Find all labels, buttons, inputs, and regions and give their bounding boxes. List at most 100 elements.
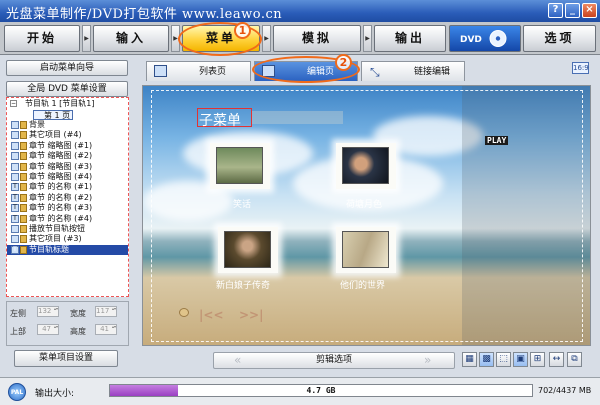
lock-icon[interactable] <box>20 162 27 171</box>
snap-grid-icon[interactable]: ▩ <box>479 352 494 367</box>
tree-root[interactable]: − 节目轨 1 [节目轨1] <box>7 98 128 110</box>
start-wizard-button[interactable]: 启动菜单向导 <box>6 60 128 76</box>
output-size-label: 输出大小: <box>35 389 75 399</box>
disc-capacity: 4.7 GB <box>306 386 336 395</box>
tree-item[interactable]: T 章节 的名称 (#1) <box>7 182 128 192</box>
lock-icon[interactable] <box>20 183 27 192</box>
menu-canvas[interactable]: 子菜单 PLAY 笑话 荷塘月色 新白娘子传奇 他们的世界 |<< >>| <box>142 85 591 346</box>
chapter-name[interactable]: 新白娘子传奇 <box>216 278 270 291</box>
next-page-icon[interactable]: >>| <box>239 308 264 322</box>
tree-item-label: 节目轨标题 <box>29 244 69 254</box>
chapter-thumbnail[interactable] <box>210 143 270 189</box>
close-button[interactable]: × <box>582 3 597 18</box>
thumbnail-image <box>216 147 263 184</box>
lock-icon[interactable] <box>20 141 27 150</box>
lock-icon[interactable] <box>20 172 27 181</box>
tree-item[interactable]: T 节目轨标题 <box>7 244 128 256</box>
dvd-disc-icon: DVD <box>460 30 507 47</box>
chapter-thumbnail[interactable] <box>336 227 396 273</box>
tree-item[interactable]: T 章节 的名称 (#2) <box>7 193 128 203</box>
tree-item[interactable]: 章节 缩略图 (#2) <box>7 151 128 161</box>
next-arrow-icon[interactable]: » <box>424 353 431 368</box>
menu-title[interactable]: 子菜单 <box>199 110 241 130</box>
tab-simulate[interactable]: 模拟 <box>273 25 361 52</box>
text-icon: T <box>11 204 19 213</box>
lock-icon[interactable] <box>20 152 27 161</box>
grid-icon[interactable]: ▦ <box>462 352 477 367</box>
lock-icon[interactable] <box>20 193 27 202</box>
resize-horizontal-icon[interactable]: ↔ <box>549 352 564 367</box>
chapter-thumbnail[interactable] <box>336 143 396 189</box>
tab-list-page[interactable]: 列表页 <box>146 61 251 81</box>
chapter-thumbnail[interactable] <box>218 227 278 273</box>
lock-icon[interactable] <box>20 245 27 254</box>
lock-icon[interactable] <box>20 204 27 213</box>
tree-item[interactable]: 章节 缩略图 (#1) <box>7 141 128 151</box>
top-input[interactable]: 47 <box>37 324 59 335</box>
thumbnail-image <box>342 147 389 184</box>
tree-item-label: 章节 的名称 (#4) <box>29 213 93 223</box>
tree-item-label: 其它项目 (#3) <box>29 234 82 244</box>
tree-item[interactable]: 其它项目 (#3) <box>7 234 128 244</box>
clip-options-button[interactable]: 剪辑选项 <box>214 353 454 368</box>
safe-area-icon[interactable]: ⬚ <box>496 352 511 367</box>
tree-item-label: 章节 的名称 (#2) <box>29 192 93 202</box>
edit-page-icon <box>262 65 275 77</box>
tab-input[interactable]: 输入 <box>93 25 169 52</box>
image-icon <box>11 172 19 181</box>
tree-item[interactable]: T 章节 的名称 (#4) <box>7 214 128 224</box>
tab-output[interactable]: 输出 <box>374 25 446 52</box>
size-readout: 702/4437 MB <box>538 386 592 395</box>
collapse-icon[interactable]: − <box>10 100 17 107</box>
chapter-name[interactable]: 笑话 <box>233 197 251 210</box>
tree-item[interactable]: 其它项目 (#4) <box>7 130 128 140</box>
tree-item[interactable]: 章节 缩略图 (#3) <box>7 162 128 172</box>
menu-item-settings-button[interactable]: 菜单项目设置 <box>14 350 118 367</box>
tree-item[interactable]: 背景 <box>7 120 128 130</box>
help-button[interactable]: ? <box>548 3 563 18</box>
global-dvd-settings-button[interactable]: 全局 DVD 菜单设置 <box>6 81 128 97</box>
minimize-button[interactable]: _ <box>565 3 580 18</box>
tab-dvd[interactable]: DVD <box>449 25 521 52</box>
copy-icon[interactable]: ⧉ <box>567 352 582 367</box>
select-area-icon[interactable]: ▣ <box>513 352 528 367</box>
annotation-badge: 1 <box>234 22 251 39</box>
text-icon: T <box>11 183 19 192</box>
image-icon <box>11 141 19 150</box>
arrow-right-icon: ▶ <box>262 25 271 52</box>
lock-icon[interactable] <box>20 235 27 244</box>
align-center-icon[interactable]: ⊞ <box>530 352 545 367</box>
clip-options-bar: « 剪辑选项 » <box>213 352 455 369</box>
tab-options[interactable]: 选项 <box>523 25 596 52</box>
arrow-right-icon: ▶ <box>82 25 91 52</box>
aspect-ratio-badge[interactable]: 16:9 <box>572 62 589 74</box>
expand-arrows-icon: ⤡ <box>370 65 380 79</box>
title-underline <box>251 111 343 124</box>
disc-usage-bar: 4.7 GB <box>109 384 533 397</box>
lock-icon[interactable] <box>20 131 27 140</box>
tab-start[interactable]: 开始 <box>4 25 80 52</box>
lock-icon[interactable] <box>20 224 27 233</box>
width-label: 宽度 <box>70 309 86 318</box>
title-bar: 光盘菜单制作/DVD打包软件 www.leawo.cn ? _ × <box>0 0 600 22</box>
play-button[interactable]: PLAY <box>485 136 509 145</box>
tree-item[interactable]: T 章节 的名称 (#3) <box>7 203 128 213</box>
pal-standard-icon[interactable]: PAL <box>8 383 26 401</box>
left-input[interactable]: 132 <box>37 306 59 317</box>
window-title: 光盘菜单制作/DVD打包软件 www.leawo.cn <box>6 7 283 22</box>
tree-item[interactable]: 章节 缩略图 (#4) <box>7 172 128 182</box>
chapter-name[interactable]: 他们的世界 <box>340 278 385 291</box>
width-input[interactable]: 117 <box>95 306 117 317</box>
chapter-name[interactable]: 荷塘月色 <box>346 197 382 210</box>
tree-item-label: 章节 的名称 (#1) <box>29 182 93 192</box>
prev-page-icon[interactable]: |<< <box>199 308 224 322</box>
tree-item[interactable]: 播放节目轨按钮 <box>7 224 128 234</box>
height-input[interactable]: 41 <box>95 324 117 335</box>
tree-page[interactable]: 第 1 页 <box>33 110 73 120</box>
tab-link-edit[interactable]: ⤡ 链接编辑 <box>361 61 465 81</box>
menu-item-tree[interactable]: − 节目轨 1 [节目轨1] 第 1 页 背景 其它项目 (#4) 章节 缩略图 (… <box>6 97 129 297</box>
list-icon <box>154 65 167 77</box>
lock-icon[interactable] <box>20 214 27 223</box>
lock-icon[interactable] <box>20 121 27 129</box>
tree-item-label: 章节 缩略图 (#1) <box>29 140 93 150</box>
